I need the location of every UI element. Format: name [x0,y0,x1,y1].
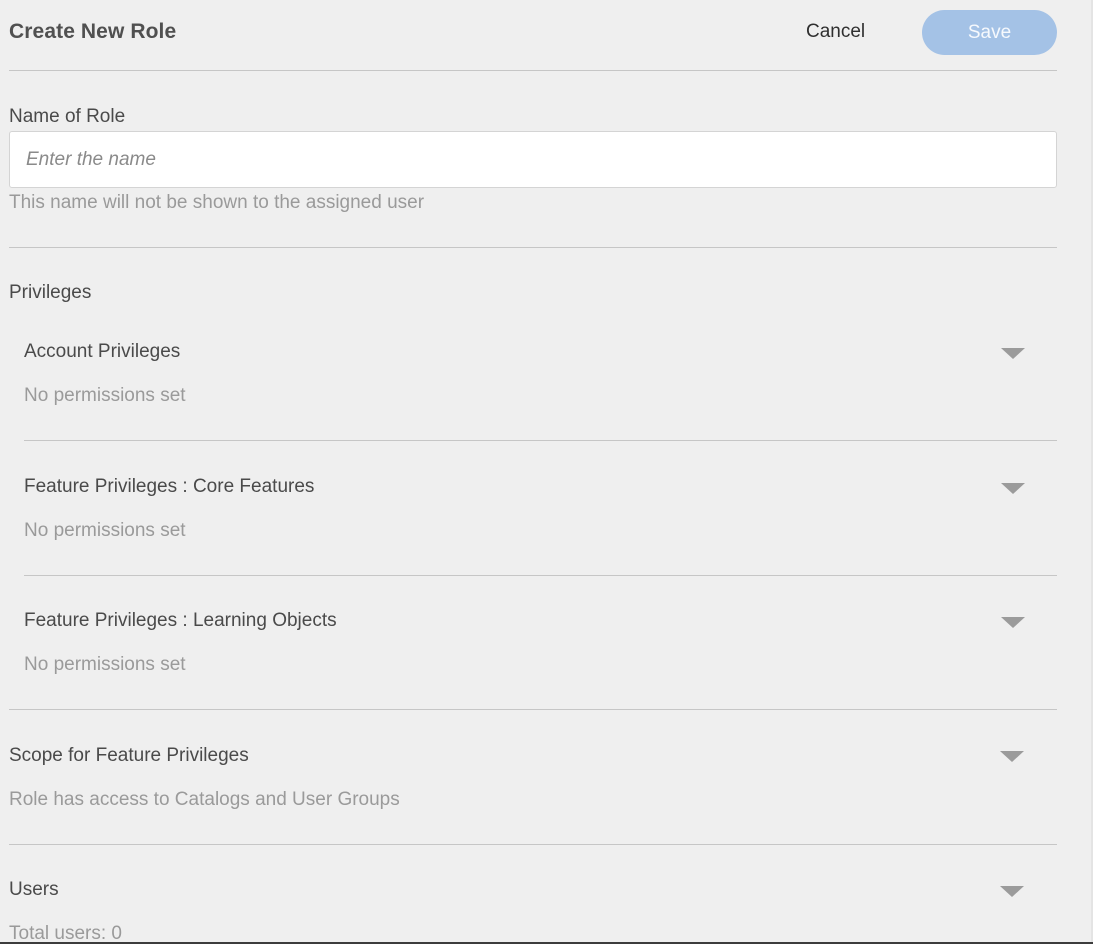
core-features-header[interactable]: Feature Privileges : Core Features [24,476,314,498]
role-name-helper: This name will not be shown to the assig… [9,192,425,213]
learning-objects-header[interactable]: Feature Privileges : Learning Objects [24,610,337,632]
account-privileges-header[interactable]: Account Privileges [24,341,180,363]
create-role-page: Create New Role Cancel Save Name of Role… [0,0,1093,944]
learning-objects-summary: No permissions set [24,654,186,675]
save-button[interactable]: Save [922,10,1057,55]
role-name-input[interactable] [9,131,1057,188]
privileges-divider [9,709,1057,710]
core-features-divider [24,575,1057,576]
scope-summary: Role has access to Catalogs and User Gro… [9,789,400,810]
chevron-down-icon[interactable] [1001,617,1025,628]
scope-divider [9,844,1057,845]
chevron-down-icon[interactable] [1000,886,1024,897]
name-section-divider [9,247,1057,248]
account-privileges-divider [24,440,1057,441]
header-divider [9,70,1057,71]
privileges-label: Privileges [9,282,92,303]
role-name-label: Name of Role [9,106,126,127]
cancel-button[interactable]: Cancel [806,21,865,43]
scope-header[interactable]: Scope for Feature Privileges [9,745,249,767]
chevron-down-icon[interactable] [1000,751,1024,762]
chevron-down-icon[interactable] [1001,483,1025,494]
page-title: Create New Role [9,20,177,43]
users-summary: Total users: 0 [9,923,122,944]
account-privileges-summary: No permissions set [24,385,186,406]
page-header: Create New Role Cancel Save [9,10,1057,55]
core-features-summary: No permissions set [24,520,186,541]
users-header[interactable]: Users [9,879,59,901]
chevron-down-icon[interactable] [1001,348,1025,359]
